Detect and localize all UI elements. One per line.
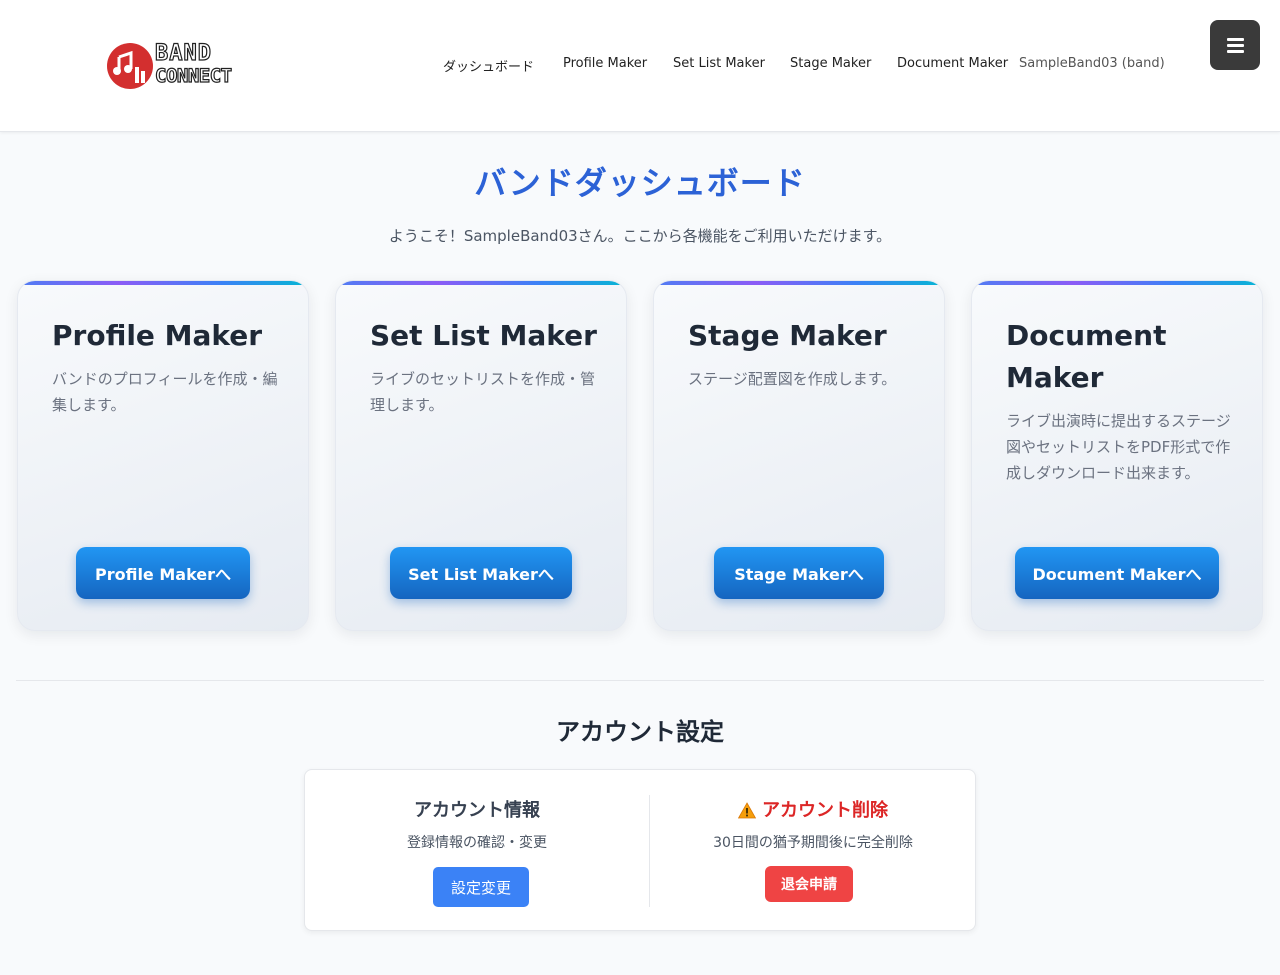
card-title: Document Maker: [1006, 319, 1167, 394]
page-title: バンドダッシュボード: [474, 164, 806, 202]
account-delete-description: 30日間の猶予期間後に完全削除: [713, 835, 913, 851]
card-description: バンドのプロフィールを作成・編集します。: [52, 370, 278, 414]
band-connect-logo[interactable]: BAND CONNECT: [107, 41, 237, 92]
account-info-description: 登録情報の確認・変更: [407, 835, 547, 851]
settings-change-button[interactable]: 設定変更: [433, 867, 529, 907]
card-title: Set List Maker: [370, 319, 597, 352]
account-info-title: アカウント情報: [414, 800, 540, 821]
card-title: Stage Maker: [688, 319, 887, 352]
account-settings-title: アカウント設定: [556, 718, 724, 746]
site-header: BAND CONNECT ダッシュボード Profile Maker Set L…: [0, 0, 1280, 132]
section-divider: [16, 680, 1264, 681]
nav-stage-maker[interactable]: Stage Maker: [790, 56, 871, 71]
set-list-maker-button[interactable]: Set List Makerへ: [390, 547, 572, 599]
card-description: ライブ出演時に提出するステージ図やセットリストをPDF形式で作成しダウンロード出…: [1006, 412, 1231, 482]
card-set-list-maker: Set List Maker ライブのセットリストを作成・管理します。 Set …: [335, 280, 627, 631]
account-delete-title: アカウント削除: [762, 800, 888, 821]
logo-line-1: BAND: [154, 41, 212, 66]
nav-document-maker[interactable]: Document Maker: [897, 56, 1008, 71]
welcome-message: ようこそ！SampleBand03さん。ここから各機能をご利用いただけます。: [388, 227, 892, 245]
hamburger-menu-button[interactable]: [1210, 20, 1260, 70]
account-settings-panel: アカウント情報 登録情報の確認・変更 設定変更 アカウント削除 30日間の猶予期…: [304, 769, 976, 931]
user-name: SampleBand03 (band): [1019, 56, 1165, 71]
stage-maker-button[interactable]: Stage Makerへ: [714, 547, 884, 599]
withdraw-request-button[interactable]: 退会申請: [765, 866, 853, 902]
card-stage-maker: Stage Maker ステージ配置図を作成します。 Stage Makerへ: [653, 280, 945, 631]
card-document-maker: Document Maker ライブ出演時に提出するステージ図やセットリストをP…: [971, 280, 1263, 631]
card-description: ステージ配置図を作成します。: [688, 370, 897, 388]
logo-wordmark: BAND CONNECT: [154, 41, 235, 88]
account-delete-heading: アカウント削除: [650, 796, 976, 822]
account-delete-section: アカウント削除 30日間の猶予期間後に完全削除 退会申請: [650, 770, 976, 932]
card-title: Profile Maker: [52, 319, 263, 352]
card-profile-maker: Profile Maker バンドのプロフィールを作成・編集します。 Profi…: [17, 280, 309, 631]
hamburger-icon-bar: [1227, 44, 1244, 47]
document-maker-button[interactable]: Document Makerへ: [1015, 547, 1219, 599]
warning-icon: [738, 802, 756, 819]
logo-line-2: CONNECT: [154, 64, 232, 87]
nav-set-list-maker[interactable]: Set List Maker: [673, 56, 765, 71]
account-info-section: アカウント情報 登録情報の確認・変更 設定変更: [305, 770, 649, 932]
nav-profile-maker[interactable]: Profile Maker: [563, 56, 647, 71]
nav-dashboard[interactable]: ダッシュボード: [443, 56, 534, 75]
hamburger-icon-bar: [1227, 50, 1244, 53]
hamburger-icon: [1227, 38, 1244, 41]
music-note-icon: [107, 43, 153, 89]
profile-maker-button[interactable]: Profile Makerへ: [76, 547, 250, 599]
card-description: ライブのセットリストを作成・管理します。: [370, 370, 596, 414]
